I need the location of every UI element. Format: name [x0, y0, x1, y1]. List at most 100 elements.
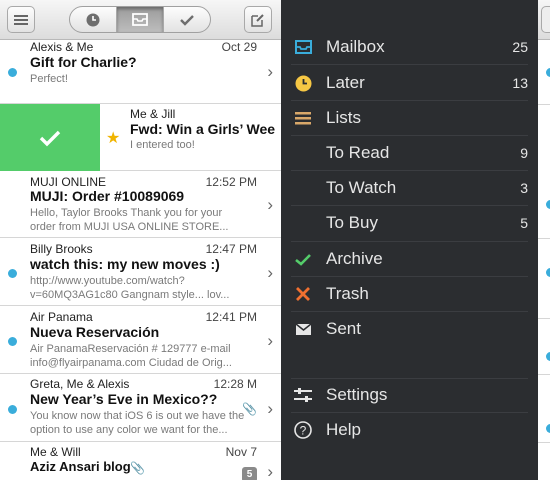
checkmark-icon — [293, 249, 313, 269]
swiped-message-row[interactable]: ★ Me & Jill Fwd: Win a Girls’ Wee I ente… — [100, 104, 281, 171]
chevron-right-icon: › — [267, 195, 273, 214]
clock-icon — [293, 73, 313, 93]
sidebar-item-to-buy[interactable]: To Buy 5 — [281, 206, 538, 240]
sidebar-item-trash[interactable]: Trash — [281, 277, 538, 311]
sidebar-item-label: Archive — [326, 249, 383, 268]
inbox-tray-icon — [293, 37, 313, 57]
message-time: Nov 7 — [225, 445, 257, 459]
list-icon — [293, 108, 313, 128]
message-subject: watch this: my new moves :) — [30, 256, 220, 272]
sidebar-item-label: Help — [326, 420, 361, 439]
message-row[interactable]: Greta, Me & Alexis 12:28 M New Year’s Ev… — [0, 374, 281, 442]
message-preview: order from MUJI USA ONLINE STORE... — [30, 221, 229, 233]
inbox-tray-icon — [132, 13, 148, 26]
sidebar-item-label: Trash — [326, 284, 369, 303]
divider — [538, 374, 550, 375]
message-preview: v=60MQ3AG1c80 Gangnam style... lov... — [30, 289, 230, 301]
message-preview: Air PanamaReservación # 129777 e-mail — [30, 343, 231, 355]
checkmark-icon — [39, 130, 61, 146]
sidebar-item-label: Later — [326, 73, 365, 92]
sidebar-item-label: Lists — [326, 108, 361, 127]
compose-icon — [251, 13, 264, 27]
sliders-icon — [293, 385, 313, 405]
sidebar-item-sent[interactable]: Sent — [281, 312, 538, 346]
message-sender: Alexis & Me — [30, 40, 94, 54]
sidebar-item-label: To Watch — [326, 178, 397, 197]
message-subject: Aziz Ansari blog — [30, 459, 131, 474]
paperclip-icon: 📎 — [130, 461, 145, 475]
message-subject: Fwd: Win a Girls’ Wee — [130, 121, 276, 137]
sidebar-item-to-watch[interactable]: To Watch 3 — [281, 171, 538, 205]
sidebar-item-mailbox[interactable]: Mailbox 25 — [281, 30, 538, 64]
message-preview: I entered too! — [130, 139, 195, 151]
navigation-sidebar: Mailbox 25 Later 13 Lists To Read 9 To W… — [281, 0, 538, 480]
sidebar-item-archive[interactable]: Archive — [281, 242, 538, 276]
archive-segment[interactable] — [164, 7, 210, 32]
message-subject: New Year’s Eve in Mexico?? — [30, 391, 218, 407]
message-preview: Hello, Taylor Brooks Thank you for your — [30, 207, 223, 219]
x-icon — [293, 284, 313, 304]
unread-dot-icon — [546, 268, 550, 277]
sidebar-item-help[interactable]: ? Help — [281, 413, 538, 447]
message-time: 12:41 PM — [205, 310, 257, 324]
chevron-right-icon: › — [267, 263, 273, 282]
divider — [538, 238, 550, 239]
message-row[interactable]: MUJI ONLINE 12:52 PM MUJI: Order #100890… — [0, 171, 281, 238]
sidebar-item-lists[interactable]: Lists — [281, 101, 538, 135]
message-preview: You know now that iOS 6 is out we have t… — [30, 410, 245, 422]
message-sender: Me & Jill — [130, 107, 176, 121]
message-sender: MUJI ONLINE — [30, 175, 107, 189]
chevron-right-icon: › — [267, 399, 273, 418]
unread-dot-icon — [8, 337, 17, 346]
unread-dot-icon — [546, 68, 550, 77]
mail-list-panel: Alexis & Me Oct 29 Gift for Charlie? Per… — [0, 0, 281, 480]
message-row[interactable]: Me & Will Nov 7 Aziz Ansari blog 📎 5 › — [0, 442, 281, 480]
message-preview: option to use any color we want for the.… — [30, 424, 228, 436]
sidebar-item-later[interactable]: Later 13 — [281, 66, 538, 100]
checkmark-icon — [180, 14, 194, 26]
message-row[interactable]: Billy Brooks 12:47 PM watch this: my new… — [0, 238, 281, 306]
sidebar-item-count: 5 — [520, 215, 528, 231]
later-segment[interactable] — [70, 7, 117, 32]
message-row[interactable]: Air Panama 12:41 PM Nueva Reservación Ai… — [0, 306, 281, 374]
message-preview: Perfect! — [30, 73, 68, 85]
sidebar-item-label: To Buy — [326, 213, 378, 232]
message-time: 12:47 PM — [205, 242, 257, 256]
unread-dot-icon — [8, 405, 17, 414]
message-subject: Gift for Charlie? — [30, 54, 137, 70]
message-time: 12:28 M — [213, 377, 257, 391]
message-sender: Greta, Me & Alexis — [30, 377, 130, 391]
hamburger-icon — [14, 14, 28, 25]
sidebar-item-label: To Read — [326, 143, 390, 162]
inbox-segment[interactable] — [117, 7, 164, 32]
mailbox-segmented-control — [69, 6, 211, 33]
message-preview: info@flyairpanama.com Ciudad de Orig... — [30, 357, 232, 369]
unread-dot-icon — [546, 352, 550, 361]
clock-icon — [86, 13, 100, 26]
divider — [538, 318, 550, 319]
sidebar-item-label: Sent — [326, 319, 361, 338]
chevron-right-icon: › — [267, 331, 273, 350]
sidebar-item-label: Settings — [326, 385, 388, 404]
sidebar-item-count: 9 — [520, 145, 528, 161]
sidebar-item-settings[interactable]: Settings — [281, 378, 538, 412]
message-sender: Me & Will — [30, 445, 81, 459]
message-row[interactable]: Alexis & Me Oct 29 Gift for Charlie? Per… — [0, 40, 281, 104]
sidebar-item-to-read[interactable]: To Read 9 — [281, 136, 538, 170]
message-preview: http://www.youtube.com/watch? — [30, 275, 185, 287]
compose-button[interactable] — [244, 6, 272, 33]
message-time: Oct 29 — [221, 40, 257, 54]
star-icon: ★ — [106, 130, 121, 147]
menu-button[interactable] — [7, 6, 35, 33]
unread-dot-icon — [546, 424, 550, 433]
divider — [538, 104, 550, 105]
unread-dot-icon — [546, 200, 550, 209]
message-subject: Nueva Reservación — [30, 324, 160, 340]
unread-dot-icon — [8, 269, 17, 278]
menu-button[interactable] — [541, 6, 550, 33]
help-icon: ? — [293, 420, 313, 440]
unread-dot-icon — [8, 68, 17, 77]
sidebar-item-label: Mailbox — [326, 37, 385, 56]
chevron-right-icon: › — [267, 462, 273, 480]
swipe-archive-action[interactable] — [0, 104, 100, 171]
